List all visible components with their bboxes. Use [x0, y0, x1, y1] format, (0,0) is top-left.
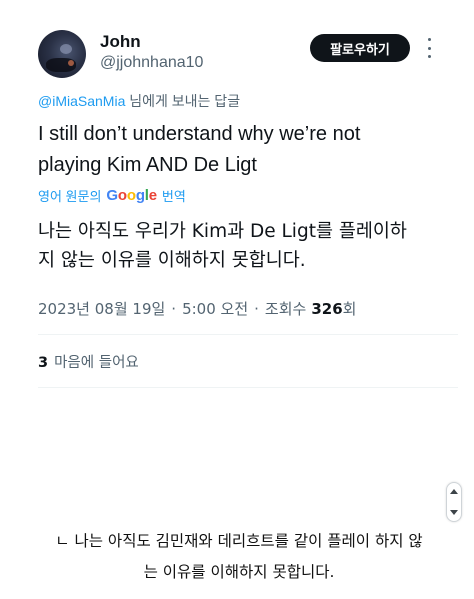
avatar-detail — [68, 60, 74, 66]
dot — [427, 55, 431, 58]
tweet-time[interactable]: 5:00 오전 — [182, 298, 248, 319]
separator: · — [254, 300, 259, 318]
author-name[interactable]: John — [100, 32, 141, 52]
scroll-up-icon[interactable] — [450, 489, 458, 494]
translated-line: 나는 아직도 우리가 Kim과 De Ligt를 플레이하 — [38, 221, 407, 242]
tweet-text-line: playing Kim AND De Ligt — [38, 154, 257, 176]
separator: · — [171, 300, 177, 318]
likes-label: 마음에 들어요 — [54, 355, 139, 371]
likes-row[interactable]: 3 마음에 들어요 — [38, 351, 139, 372]
dot — [427, 38, 431, 41]
tweet-text: I still don’t understand why we’re not p… — [38, 119, 458, 181]
tweet-meta: 2023년 08월 19일 · 5:00 오전 · 조회수 326 회 — [38, 298, 356, 319]
translate-suffix: 번역 — [161, 189, 186, 204]
follow-button[interactable]: 팔로우하기 — [310, 34, 410, 62]
caption: ㄴ 나는 아직도 김민재와 데리흐트를 같이 플레이 하지 않 는 이유를 이해… — [24, 526, 454, 588]
views-count: 326 — [311, 300, 343, 318]
translated-line: 지 않는 이유를 이해하지 못합니다. — [38, 250, 306, 271]
views-label: 조회수 — [264, 300, 307, 318]
caption-line: 는 이유를 이해하지 못합니다. — [143, 563, 335, 581]
author-handle[interactable]: @jjohnhana10 — [100, 54, 203, 72]
divider — [38, 387, 458, 388]
avatar-detail — [60, 44, 72, 54]
reply-mention-link[interactable]: @iMiaSanMia — [38, 93, 125, 109]
likes-count: 3 — [38, 355, 49, 371]
views-unit: 회 — [342, 300, 357, 318]
translated-text: 나는 아직도 우리가 Kim과 De Ligt를 플레이하 지 않는 이유를 이… — [38, 217, 458, 275]
avatar[interactable] — [38, 30, 86, 78]
translate-attribution[interactable]: 영어 원문의 Google 번역 — [38, 186, 186, 205]
dot — [427, 46, 431, 50]
scroll-arrows-icon[interactable] — [446, 482, 462, 522]
tweet-date[interactable]: 2023년 08월 19일 — [38, 298, 165, 319]
more-vertical-icon[interactable] — [426, 38, 432, 58]
reply-to-line: @iMiaSanMia 님에게 보내는 답글 — [38, 91, 240, 111]
divider — [38, 334, 458, 335]
caption-line: ㄴ 나는 아직도 김민재와 데리흐트를 같이 플레이 하지 않 — [55, 532, 423, 550]
google-logo: Google — [106, 187, 157, 204]
reply-to-suffix: 님에게 보내는 답글 — [125, 93, 241, 109]
scroll-down-icon[interactable] — [450, 510, 458, 515]
tweet-text-line: I still don’t understand why we’re not — [38, 123, 361, 145]
translate-prefix: 영어 원문의 — [38, 189, 102, 204]
tweet-header: John @jjohnhana10 팔로우하기 — [38, 30, 458, 80]
